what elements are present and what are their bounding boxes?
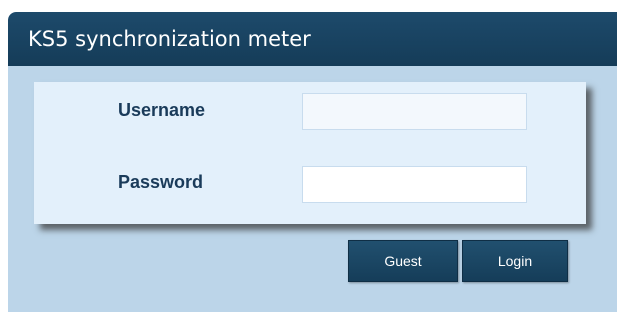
app-title: KS5 synchronization meter [28,27,311,51]
username-label: Username [118,100,206,120]
password-input[interactable] [302,166,527,203]
guest-button[interactable]: Guest [348,240,458,282]
password-label: Password [118,172,204,192]
login-button[interactable]: Login [462,240,568,282]
username-input[interactable] [302,93,527,130]
login-panel: KS5 synchronization meter Username Passw… [8,12,617,312]
title-bar: KS5 synchronization meter [8,12,617,66]
login-form: Username Password [34,82,586,224]
